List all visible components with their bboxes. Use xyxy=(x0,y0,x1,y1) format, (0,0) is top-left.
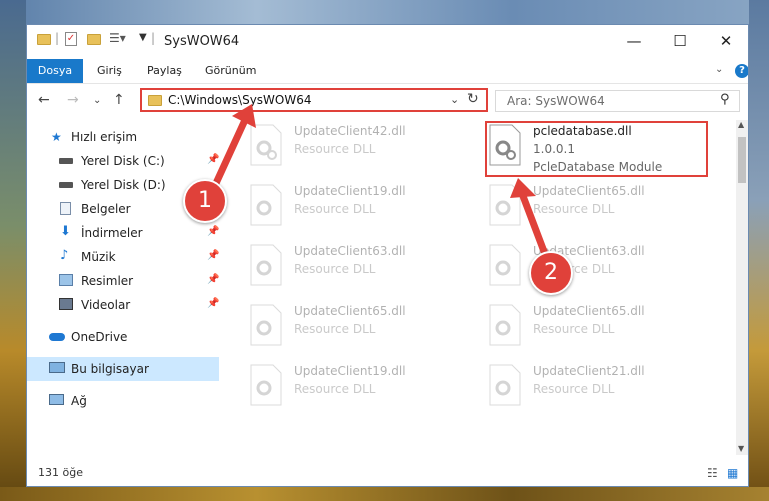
step-1-badge: 1 xyxy=(183,179,227,223)
step-2-badge: 2 xyxy=(529,251,573,295)
annotation-arrows xyxy=(208,104,552,266)
